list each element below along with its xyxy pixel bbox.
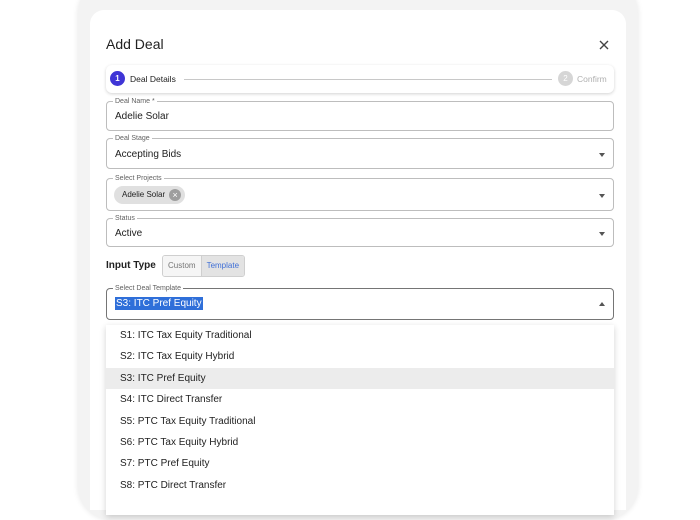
projects-select[interactable]: Select Projects Adelie Solar × — [106, 174, 614, 211]
project-chip-label: Adelie Solar — [122, 190, 166, 199]
template-option[interactable]: S3: ITC Pref Equity — [106, 368, 614, 389]
stepper: 1 Deal Details 2 Confirm — [106, 65, 614, 93]
deal-stage-label: Deal Stage — [113, 134, 152, 143]
input-type-toggle: Custom Template — [162, 255, 246, 277]
input-type-label: Input Type — [106, 260, 156, 271]
chevron-up-icon — [599, 302, 605, 306]
status-value: Active — [115, 228, 143, 239]
deal-stage-select[interactable]: Deal Stage Accepting Bids — [106, 134, 614, 169]
step-1-label: Deal Details — [130, 74, 176, 84]
project-chip: Adelie Solar × — [114, 186, 186, 204]
deal-template-options: S1: ITC Tax Equity Traditional S2: ITC T… — [106, 325, 614, 515]
chevron-down-icon — [599, 153, 605, 157]
close-button[interactable] — [595, 36, 613, 54]
step-2-indicator: 2 — [558, 71, 573, 86]
projects-label: Select Projects — [113, 174, 164, 183]
deal-template-select[interactable]: Select Deal Template S3: ITC Pref Equity — [106, 284, 614, 320]
close-icon — [599, 40, 609, 50]
step-connector — [184, 78, 552, 80]
cancel-circle-icon[interactable]: × — [169, 189, 182, 201]
template-option[interactable]: S2: ITC Tax Equity Hybrid — [106, 346, 614, 367]
template-option[interactable]: S5: PTC Tax Equity Traditional — [106, 411, 614, 432]
chevron-down-icon — [599, 232, 605, 236]
deal-name-value: Adelie Solar — [115, 111, 169, 122]
custom-toggle-button[interactable]: Custom — [163, 256, 201, 276]
dialog-title: Add Deal — [106, 36, 164, 52]
step-1-indicator: 1 — [110, 71, 125, 86]
deal-name-field[interactable]: Deal Name * Adelie Solar — [106, 97, 614, 131]
deal-name-label: Deal Name * — [113, 97, 157, 106]
add-deal-dialog: Add Deal 1 Deal Details 2 Confirm Deal N… — [90, 10, 626, 515]
step-2-label: Confirm — [577, 74, 607, 84]
template-option[interactable]: S1: ITC Tax Equity Traditional — [106, 325, 614, 346]
template-option[interactable]: S6: PTC Tax Equity Hybrid — [106, 432, 614, 453]
template-option[interactable]: S7: PTC Pref Equity — [106, 453, 614, 474]
template-option[interactable]: S8: PTC Direct Transfer — [106, 475, 614, 496]
chevron-down-icon — [599, 194, 605, 198]
template-toggle-button[interactable]: Template — [200, 256, 245, 276]
deal-stage-value: Accepting Bids — [115, 149, 182, 160]
status-select[interactable]: Status Active — [106, 214, 614, 247]
deal-template-value: S3: ITC Pref Equity — [115, 297, 203, 310]
deal-template-label: Select Deal Template — [113, 284, 184, 293]
status-label: Status — [113, 214, 137, 223]
template-option[interactable]: S4: ITC Direct Transfer — [106, 389, 614, 410]
